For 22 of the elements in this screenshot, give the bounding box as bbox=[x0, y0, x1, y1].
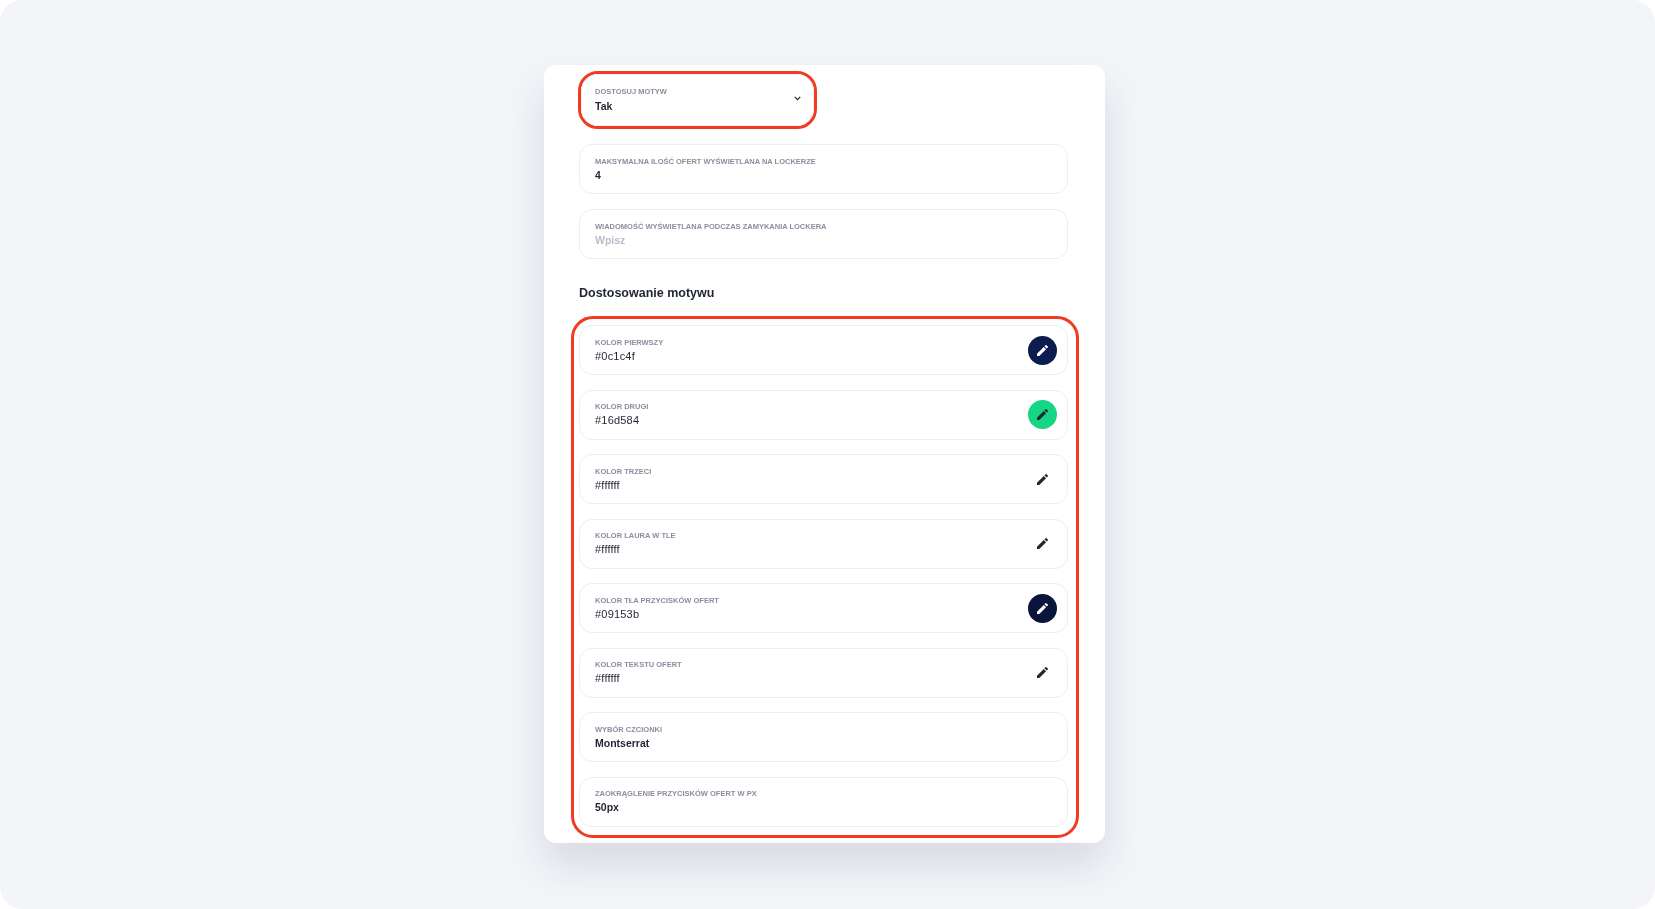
section-title: Dostosowanie motywu bbox=[579, 285, 715, 301]
pencil-icon bbox=[1037, 602, 1048, 614]
pencil-icon bbox=[1037, 667, 1048, 678]
text-input[interactable]: #16d584 bbox=[595, 413, 1028, 427]
text-input[interactable]: #09153b bbox=[595, 606, 1028, 621]
text-input[interactable]: Wpisz bbox=[595, 232, 1057, 247]
pencil-icon bbox=[1037, 538, 1048, 549]
text-input[interactable]: 4 bbox=[595, 167, 1057, 182]
edit-color-button[interactable] bbox=[1028, 335, 1057, 365]
text-input[interactable]: #ffffff bbox=[595, 542, 1028, 556]
text-input[interactable]: #ffffff bbox=[595, 671, 1028, 685]
text-input[interactable]: #0c1c4f bbox=[595, 348, 1028, 363]
text-input[interactable]: #ffffff bbox=[595, 477, 1028, 492]
edit-color-button[interactable] bbox=[1028, 400, 1057, 429]
text-input[interactable]: 50px bbox=[595, 800, 1057, 814]
chevron-down-icon bbox=[794, 95, 801, 101]
edit-color-button[interactable] bbox=[1028, 593, 1057, 623]
pencil-icon bbox=[1037, 344, 1048, 356]
text-input[interactable]: Montserrat bbox=[595, 735, 1057, 750]
dropdown-value: Tak bbox=[595, 99, 613, 113]
pencil-icon bbox=[1037, 473, 1048, 485]
pencil-icon bbox=[1037, 409, 1048, 420]
